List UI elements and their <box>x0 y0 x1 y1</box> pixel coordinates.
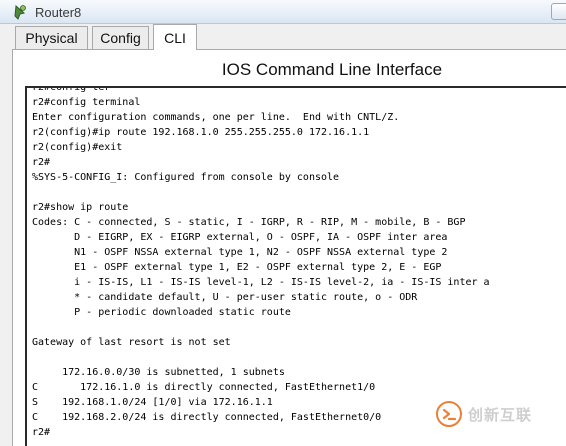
watermark-text: 创新互联 <box>468 406 533 424</box>
console-line: N1 - OSPF NSSA external type 1, N2 - OSP… <box>32 247 448 258</box>
console-line: r2(config)#ip route 192.168.1.0 255.255.… <box>32 127 370 138</box>
window-title: Router8 <box>35 5 82 20</box>
console-line: i - IS-IS, L1 - IS-IS level-1, L2 - IS-I… <box>32 277 490 288</box>
console-line: %SYS-5-CONFIG_I: Configured from console… <box>32 172 340 183</box>
window-control-button[interactable] <box>551 3 566 20</box>
console-line: C 192.168.2.0/24 is directly connected, … <box>32 412 382 423</box>
console-line: Gateway of last resort is not set <box>32 337 231 348</box>
console-line: Enter configuration commands, one per li… <box>32 112 400 123</box>
console-line: P - periodic downloaded static route <box>32 307 291 318</box>
console-line: C 172.16.1.0 is directly connected, Fast… <box>32 382 376 393</box>
console-line: E1 - OSPF external type 1, E2 - OSPF ext… <box>32 262 442 273</box>
console-line: r2(config)#exit <box>32 142 123 153</box>
console-line: r2#config ter <box>32 86 111 93</box>
console-line: * - candidate default, U - per-user stat… <box>32 292 418 303</box>
console-line: r2#show ip route <box>32 202 129 213</box>
router-icon <box>14 4 26 20</box>
console-line: 172.16.0.0/30 is subnetted, 1 subnets <box>32 367 285 378</box>
watermark: 创新互联 <box>436 398 566 430</box>
console-line: D - EIGRP, EX - EIGRP external, O - OSPF… <box>32 232 448 243</box>
tab-physical[interactable]: Physical <box>15 26 88 49</box>
console-line: Codes: C - connected, S - static, I - IG… <box>32 217 466 228</box>
tab-config[interactable]: Config <box>92 26 149 49</box>
console-line: r2# <box>32 427 51 438</box>
console-line: S 192.168.1.0/24 [1/0] via 172.16.1.1 <box>32 397 273 408</box>
title-bar: Router8 <box>0 0 566 24</box>
tab-cli[interactable]: CLI <box>153 24 197 50</box>
cli-console[interactable]: r2#config ter r2#config terminal Enter con… <box>25 86 566 446</box>
watermark-logo-icon <box>436 401 462 427</box>
page-title: IOS Command Line Interface <box>221 60 443 79</box>
console-line: r2#config terminal <box>32 97 141 108</box>
console-output: r2#config ter r2#config terminal Enter con… <box>32 86 490 440</box>
console-line: r2# <box>32 157 51 168</box>
